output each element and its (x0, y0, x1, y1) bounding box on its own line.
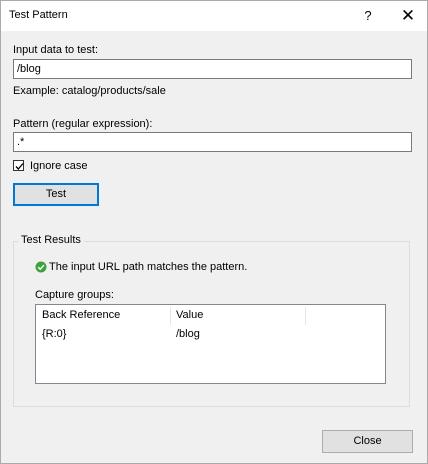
pattern-label: Pattern (regular expression): (13, 118, 153, 130)
test-button[interactable]: Test (13, 183, 99, 206)
cell-value: /blog (176, 328, 200, 340)
cell-back-reference: {R:0} (42, 328, 67, 340)
match-status-text: The input URL path matches the pattern. (49, 261, 248, 273)
close-button[interactable]: Close (322, 430, 413, 453)
example-hint: Example: catalog/products/sale (13, 85, 166, 97)
success-check-icon (35, 261, 47, 273)
capture-groups-list[interactable]: Back Reference Value {R:0} /blog (35, 304, 386, 384)
column-header-value[interactable]: Value (176, 309, 203, 321)
input-data-field[interactable] (13, 59, 412, 79)
close-window-button[interactable]: ✕ (393, 1, 423, 31)
ignore-case-checkbox[interactable] (13, 160, 24, 171)
column-divider[interactable] (305, 307, 306, 325)
column-header-back-reference[interactable]: Back Reference (42, 309, 120, 321)
dialog-title: Test Pattern (9, 9, 68, 21)
test-results-title: Test Results (18, 234, 84, 246)
title-bar: Test Pattern ? ✕ (1, 1, 427, 31)
checkmark-icon (15, 163, 24, 170)
column-divider[interactable] (170, 307, 171, 325)
input-data-label: Input data to test: (13, 44, 99, 56)
ignore-case-label: Ignore case (30, 160, 88, 172)
test-pattern-dialog: Test Pattern ? ✕ Input data to test: Exa… (0, 0, 428, 464)
pattern-field[interactable] (13, 132, 412, 152)
help-button[interactable]: ? (355, 1, 381, 31)
capture-groups-label: Capture groups: (35, 289, 114, 301)
